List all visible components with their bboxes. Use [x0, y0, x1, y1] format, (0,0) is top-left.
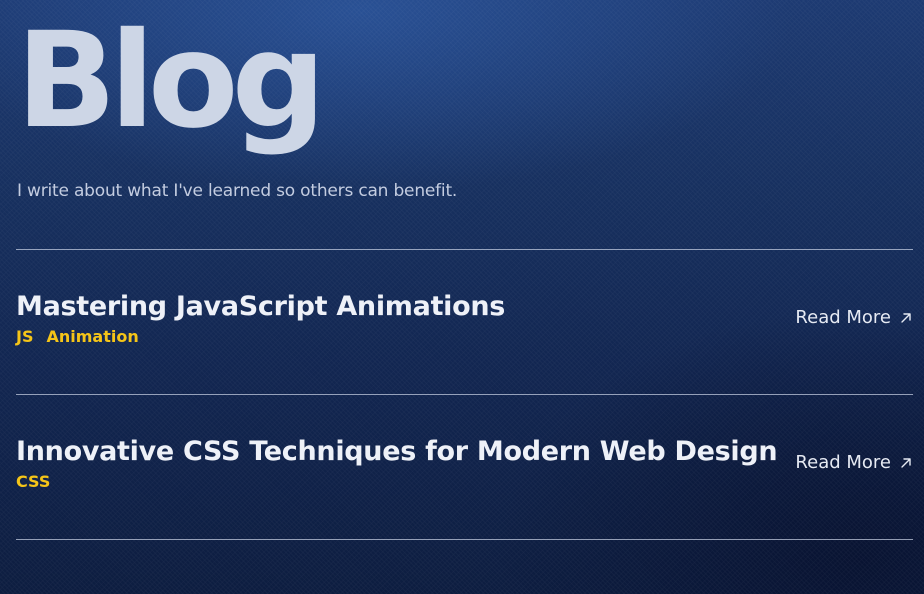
post-title[interactable]: Mastering JavaScript Animations — [16, 290, 505, 324]
tag-js[interactable]: JS — [16, 326, 33, 348]
post-tags: JS Animation — [16, 326, 139, 348]
post-tags: CSS — [16, 471, 50, 493]
tag-css[interactable]: CSS — [16, 471, 50, 493]
page-title: Blog — [16, 4, 326, 158]
arrow-up-right-icon — [901, 458, 911, 468]
post-item: Mastering JavaScript Animations JS Anima… — [16, 290, 913, 435]
tag-animation[interactable]: Animation — [46, 326, 138, 348]
read-more-link[interactable]: Read More — [795, 305, 913, 331]
read-more-label: Read More — [795, 307, 891, 328]
divider — [16, 249, 913, 250]
divider — [16, 394, 913, 395]
arrow-up-right-icon — [901, 313, 911, 323]
post-title[interactable]: Innovative CSS Techniques for Modern Web… — [16, 435, 778, 469]
read-more-link[interactable]: Read More — [795, 450, 913, 476]
divider — [16, 539, 913, 540]
read-more-label: Read More — [795, 452, 891, 473]
page-subtitle: I write about what I've learned so other… — [17, 181, 458, 201]
post-item: Innovative CSS Techniques for Modern Web… — [16, 435, 913, 580]
